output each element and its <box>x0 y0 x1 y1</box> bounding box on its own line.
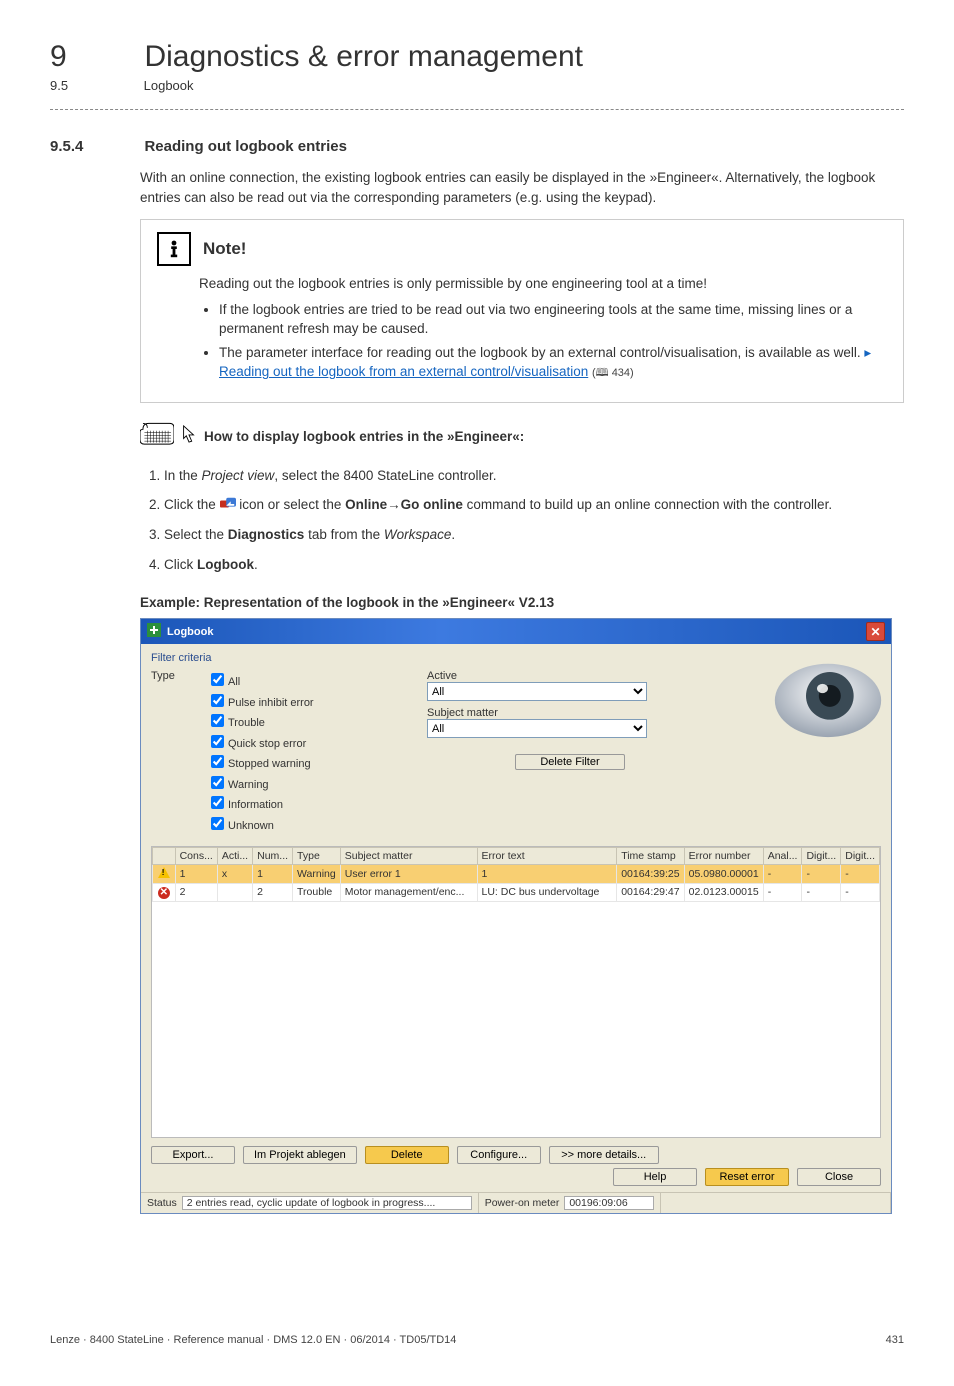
col-subject[interactable]: Subject matter <box>340 848 477 865</box>
close-window-button[interactable]: Close <box>797 1168 881 1186</box>
cursor-icon <box>182 425 196 448</box>
export-button[interactable]: Export... <box>151 1146 235 1164</box>
chk-quick-stop[interactable]: Quick stop error <box>207 732 314 753</box>
chk-information[interactable]: Information <box>207 793 314 814</box>
example-caption: Example: Representation of the logbook i… <box>140 595 904 610</box>
logbook-window: Logbook ✕ Filter criteria Type All Pulse… <box>140 618 892 1214</box>
chk-trouble[interactable]: Trouble <box>207 711 314 732</box>
col-time[interactable]: Time stamp <box>617 848 684 865</box>
howto-heading: How to display logbook entries in the »E… <box>204 429 524 444</box>
table-row[interactable]: 1x1WarningUser error 1100164:39:2505.098… <box>153 865 880 884</box>
chapter-title: Diagnostics & error management <box>144 40 583 74</box>
step-4: Click Logbook. <box>164 554 904 576</box>
titlebar: Logbook ✕ <box>141 619 891 644</box>
keyboard-icon <box>140 421 174 451</box>
status-bar: Status 2 entries read, cyclic update of … <box>141 1192 891 1213</box>
sub-chapter-title: Logbook <box>144 78 194 93</box>
chk-unknown[interactable]: Unknown <box>207 814 314 835</box>
close-button[interactable]: ✕ <box>866 622 885 641</box>
note-bullet-1: If the logbook entries are tried to be r… <box>219 300 887 339</box>
col-dig1[interactable]: Digit... <box>802 848 841 865</box>
sub-chapter-number: 9.5 <box>50 78 140 93</box>
step-1: In the Project view, select the 8400 Sta… <box>164 465 904 487</box>
step-3: Select the Diagnostics tab from the Work… <box>164 524 904 546</box>
col-type[interactable]: Type <box>293 848 341 865</box>
section-title: Reading out logbook entries <box>144 138 347 155</box>
delete-filter-button[interactable]: Delete Filter <box>515 754 625 770</box>
chk-warning[interactable]: Warning <box>207 773 314 794</box>
window-title: Logbook <box>167 626 213 638</box>
app-icon <box>147 623 161 640</box>
col-anal[interactable]: Anal... <box>763 848 802 865</box>
note-bullet-2: The parameter interface for reading out … <box>219 343 887 383</box>
more-details-button[interactable]: >> more details... <box>549 1146 659 1164</box>
error-icon: ✕ <box>158 887 170 899</box>
chk-stopped-warning[interactable]: Stopped warning <box>207 752 314 773</box>
page-number: 431 <box>886 1334 904 1346</box>
steps-list: In the Project view, select the 8400 Sta… <box>140 465 904 575</box>
col-acti[interactable]: Acti... <box>217 848 252 865</box>
configure-button[interactable]: Configure... <box>457 1146 541 1164</box>
power-on-meter-value: 00196:09:06 <box>564 1196 654 1210</box>
note-box: Note! Reading out the logbook entries is… <box>140 219 904 403</box>
active-label: Active <box>427 670 647 682</box>
step-2: Click the icon or select the Online→Go o… <box>164 494 904 516</box>
status-text: 2 entries read, cyclic update of logbook… <box>182 1196 472 1210</box>
status-label: Status <box>147 1197 177 1209</box>
note-link[interactable]: Reading out the logbook from an external… <box>219 364 588 379</box>
section-number: 9.5.4 <box>50 138 140 155</box>
footer-left: Lenze · 8400 StateLine · Reference manua… <box>50 1334 456 1346</box>
filter-criteria-label: Filter criteria <box>151 652 881 664</box>
power-on-meter-label: Power-on meter <box>485 1197 560 1209</box>
type-label: Type <box>151 670 191 834</box>
chapter-number: 9 <box>50 40 140 74</box>
divider <box>50 109 904 110</box>
subject-matter-label: Subject matter <box>427 707 647 719</box>
chk-pulse-inhibit[interactable]: Pulse inhibit error <box>207 691 314 712</box>
chk-all[interactable]: All <box>207 670 314 691</box>
eye-graphic <box>773 650 883 740</box>
link-arrow-icon: ▸ <box>864 345 871 360</box>
active-select[interactable]: All <box>427 682 647 701</box>
delete-button[interactable]: Delete <box>365 1146 449 1164</box>
col-errnum[interactable]: Error number <box>684 848 763 865</box>
note-pageref: (🕮 434) <box>592 367 634 379</box>
col-cons[interactable]: Cons... <box>175 848 217 865</box>
subject-matter-select[interactable]: All <box>427 719 647 738</box>
intro-paragraph: With an online connection, the existing … <box>140 168 904 207</box>
note-line1: Reading out the logbook entries is only … <box>199 274 887 294</box>
col-dig2[interactable]: Digit... <box>841 848 880 865</box>
info-icon <box>157 232 191 266</box>
log-grid[interactable]: Cons... Acti... Num... Type Subject matt… <box>151 846 881 1138</box>
table-row[interactable]: ✕22TroubleMotor management/enc...LU: DC … <box>153 884 880 902</box>
note-label: Note! <box>203 239 246 259</box>
help-button[interactable]: Help <box>613 1168 697 1186</box>
go-online-icon <box>220 497 236 511</box>
reset-error-button[interactable]: Reset error <box>705 1168 789 1186</box>
im-projekt-button[interactable]: Im Projekt ablegen <box>243 1146 357 1164</box>
warning-icon <box>158 867 170 878</box>
col-error[interactable]: Error text <box>477 848 617 865</box>
note-bullet-2-text: The parameter interface for reading out … <box>219 345 861 360</box>
col-num[interactable]: Num... <box>253 848 293 865</box>
grid-header[interactable]: Cons... Acti... Num... Type Subject matt… <box>153 848 880 865</box>
